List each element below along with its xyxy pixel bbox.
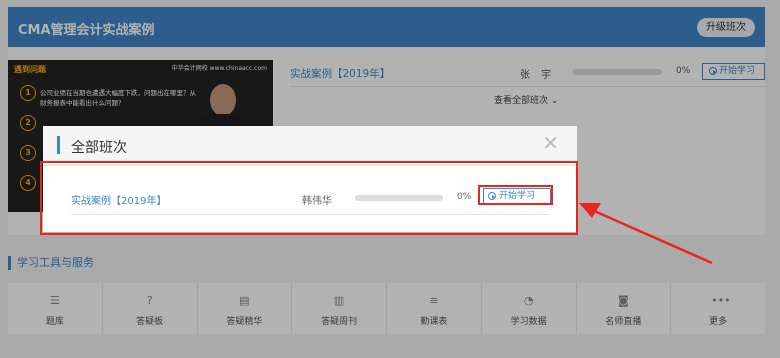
close-icon[interactable]: ✕ bbox=[542, 133, 559, 153]
modal-header: 全部班次 ✕ bbox=[43, 126, 577, 166]
modal-title-accent bbox=[57, 136, 60, 154]
modal-title: 全部班次 bbox=[71, 140, 127, 156]
annotation-highlight-button bbox=[478, 185, 553, 205]
